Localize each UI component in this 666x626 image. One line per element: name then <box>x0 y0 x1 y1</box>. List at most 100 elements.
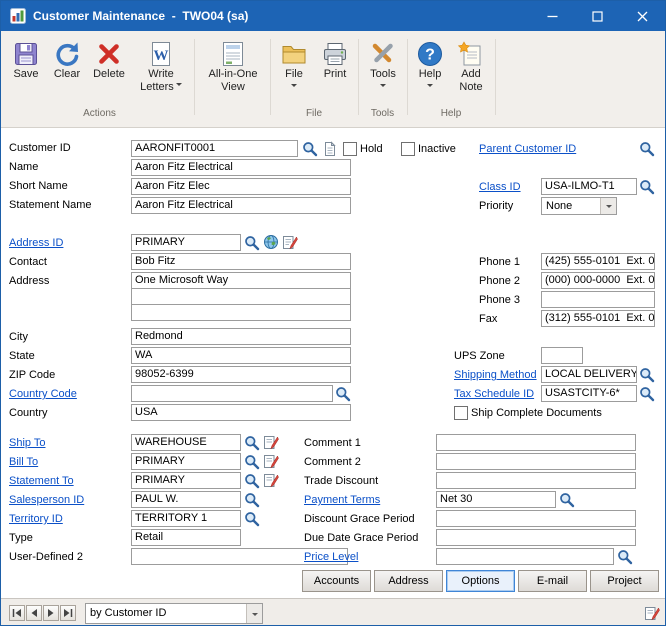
help-button[interactable]: ? Help <box>410 35 450 90</box>
letter-writing-icon[interactable] <box>263 453 279 469</box>
statement-to-lookup-icon[interactable] <box>244 473 260 489</box>
bill-to-field[interactable]: PRIMARY <box>131 453 241 470</box>
salesperson-id-link[interactable]: Salesperson ID <box>9 494 84 507</box>
ship-to-link[interactable]: Ship To <box>9 437 46 450</box>
country-code-field[interactable] <box>131 385 333 402</box>
customer-id-label: Customer ID <box>9 142 71 155</box>
clear-button[interactable]: Clear <box>47 35 87 81</box>
address-line1-field[interactable]: One Microsoft Way <box>131 272 351 289</box>
email-button[interactable]: E-mail <box>518 570 587 592</box>
due-date-grace-field[interactable] <box>436 529 636 546</box>
address-id-field[interactable]: PRIMARY <box>131 234 241 251</box>
project-button[interactable]: Project <box>590 570 659 592</box>
tax-schedule-id-lookup-icon[interactable] <box>639 386 655 402</box>
address-id-lookup-icon[interactable] <box>244 235 260 251</box>
country-code-link[interactable]: Country Code <box>9 388 77 401</box>
address-line3-field[interactable] <box>131 304 351 321</box>
phone1-field[interactable]: (425) 555-0101 Ext. 0000 <box>541 253 655 270</box>
discount-grace-field[interactable] <box>436 510 636 527</box>
delete-button[interactable]: Delete <box>87 35 131 81</box>
letter-writing-icon[interactable] <box>282 234 298 250</box>
country-code-lookup-icon[interactable] <box>335 386 351 402</box>
class-id-field[interactable]: USA-ILMO-T1 <box>541 178 637 195</box>
save-button[interactable]: Save <box>5 35 47 81</box>
class-id-link[interactable]: Class ID <box>479 181 521 194</box>
accounts-button[interactable]: Accounts <box>302 570 371 592</box>
ship-to-lookup-icon[interactable] <box>244 435 260 451</box>
options-button[interactable]: Options <box>446 570 515 592</box>
minimize-button[interactable] <box>530 1 575 31</box>
statement-name-field[interactable]: Aaron Fitz Electrical <box>131 197 351 214</box>
payment-terms-lookup-icon[interactable] <box>559 492 575 508</box>
territory-id-lookup-icon[interactable] <box>244 511 260 527</box>
all-in-one-view-button[interactable]: All-in-One View <box>198 35 268 94</box>
last-record-button[interactable] <box>60 605 76 621</box>
address-button[interactable]: Address <box>374 570 443 592</box>
parent-customer-id-lookup-icon[interactable] <box>639 141 655 157</box>
payment-terms-field[interactable]: Net 30 <box>436 491 556 508</box>
globe-icon[interactable] <box>263 234 279 250</box>
customer-id-field[interactable]: AARONFIT0001 <box>131 140 298 157</box>
bill-to-lookup-icon[interactable] <box>244 454 260 470</box>
country-label: Country <box>9 407 48 420</box>
comment2-field[interactable] <box>436 453 636 470</box>
zip-code-field[interactable]: 98052-6399 <box>131 366 351 383</box>
state-field[interactable]: WA <box>131 347 351 364</box>
first-record-button[interactable] <box>9 605 25 621</box>
short-name-field[interactable]: Aaron Fitz Elec <box>131 178 351 195</box>
phone2-field[interactable]: (000) 000-0000 Ext. 0000 <box>541 272 655 289</box>
letter-writing-icon[interactable] <box>263 472 279 488</box>
note-icon[interactable] <box>644 605 660 621</box>
customer-id-lookup-icon[interactable] <box>302 141 318 157</box>
territory-id-field[interactable]: TERRITORY 1 <box>131 510 241 527</box>
type-field[interactable]: Retail <box>131 529 241 546</box>
maximize-button[interactable] <box>575 1 620 31</box>
tax-schedule-id-field[interactable]: USASTCITY-6* <box>541 385 637 402</box>
address-line2-field[interactable] <box>131 288 351 305</box>
write-letters-button[interactable]: W Write Letters <box>131 35 191 94</box>
next-record-button[interactable] <box>43 605 59 621</box>
hold-checkbox[interactable] <box>343 142 357 156</box>
salesperson-id-lookup-icon[interactable] <box>244 492 260 508</box>
statement-to-field[interactable]: PRIMARY <box>131 472 241 489</box>
shipping-method-field[interactable]: LOCAL DELIVERY <box>541 366 637 383</box>
ups-zone-field[interactable] <box>541 347 583 364</box>
payment-terms-link[interactable]: Payment Terms <box>304 494 380 507</box>
price-level-field[interactable] <box>436 548 614 565</box>
previous-record-button[interactable] <box>26 605 42 621</box>
ship-to-field[interactable]: WAREHOUSE <box>131 434 241 451</box>
inactive-checkbox[interactable] <box>401 142 415 156</box>
due-date-grace-label: Due Date Grace Period <box>304 532 418 545</box>
price-level-link[interactable]: Price Level <box>304 551 358 564</box>
sort-by-select[interactable]: by Customer ID <box>85 603 263 624</box>
file-button[interactable]: File <box>274 35 314 90</box>
fax-field[interactable]: (312) 555-0101 Ext. 0000 <box>541 310 655 327</box>
comment1-field[interactable] <box>436 434 636 451</box>
customer-note-icon[interactable] <box>322 141 338 157</box>
contact-field[interactable]: Bob Fitz <box>131 253 351 270</box>
parent-customer-id-link[interactable]: Parent Customer ID <box>479 143 576 156</box>
letter-writing-icon[interactable] <box>263 434 279 450</box>
print-button[interactable]: Print <box>314 35 356 81</box>
add-note-button[interactable]: Add Note <box>450 35 492 94</box>
name-field[interactable]: Aaron Fitz Electrical <box>131 159 351 176</box>
price-level-lookup-icon[interactable] <box>617 549 633 565</box>
address-id-link[interactable]: Address ID <box>9 237 63 250</box>
bill-to-link[interactable]: Bill To <box>9 456 38 469</box>
close-button[interactable] <box>620 1 665 31</box>
ship-complete-checkbox[interactable] <box>454 406 468 420</box>
shipping-method-lookup-icon[interactable] <box>639 367 655 383</box>
trade-discount-field[interactable] <box>436 472 636 489</box>
statement-to-link[interactable]: Statement To <box>9 475 74 488</box>
ups-zone-label: UPS Zone <box>454 350 505 363</box>
shipping-method-link[interactable]: Shipping Method <box>454 369 537 382</box>
priority-select[interactable]: None <box>541 197 617 215</box>
territory-id-link[interactable]: Territory ID <box>9 513 63 526</box>
phone3-field[interactable] <box>541 291 655 308</box>
tax-schedule-id-link[interactable]: Tax Schedule ID <box>454 388 534 401</box>
salesperson-id-field[interactable]: PAUL W. <box>131 491 241 508</box>
class-id-lookup-icon[interactable] <box>639 179 655 195</box>
tools-button[interactable]: Tools <box>361 35 405 90</box>
country-field[interactable]: USA <box>131 404 351 421</box>
city-field[interactable]: Redmond <box>131 328 351 345</box>
